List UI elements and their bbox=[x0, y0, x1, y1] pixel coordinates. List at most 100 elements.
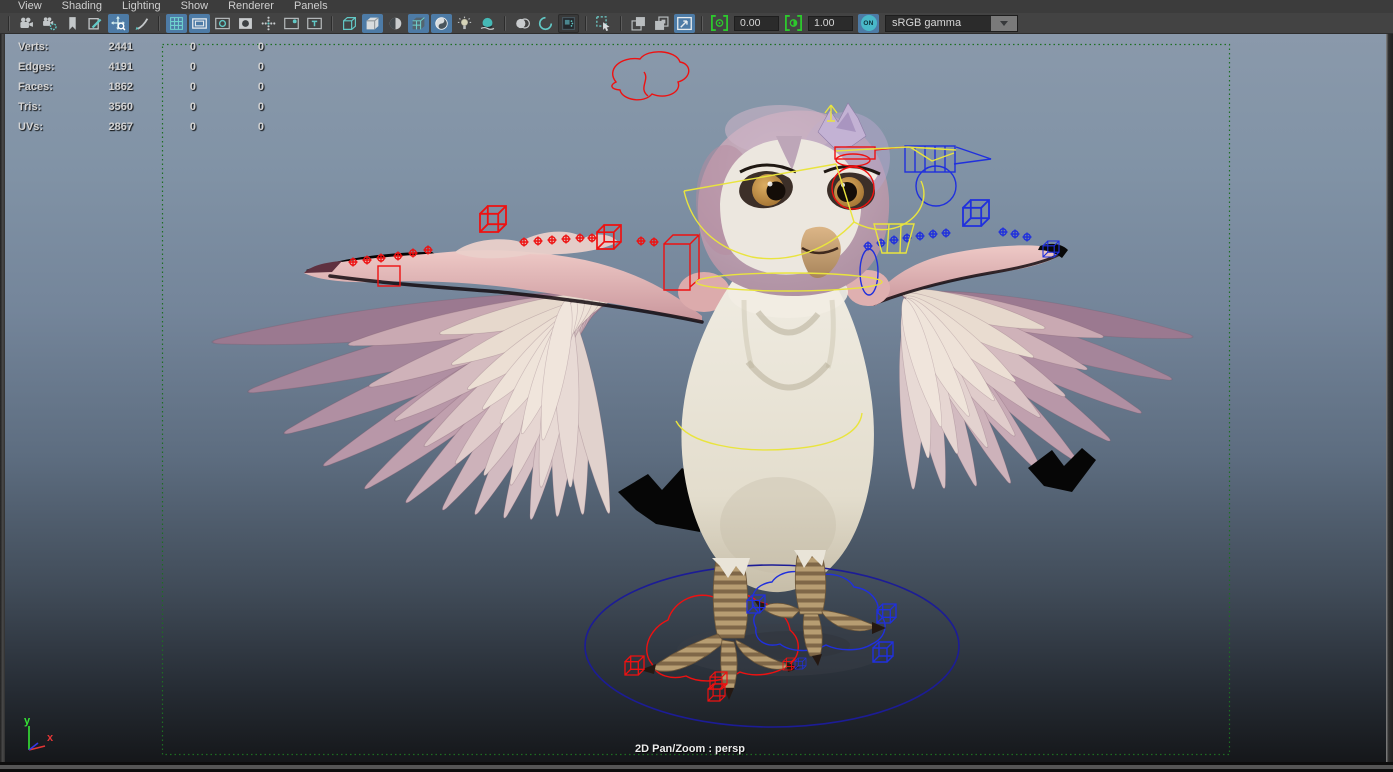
gamma-input[interactable] bbox=[808, 16, 853, 31]
toolbar-separator bbox=[8, 16, 10, 31]
motion-blur-button[interactable] bbox=[535, 14, 556, 33]
view-transform-dropdown[interactable]: sRGB gamma bbox=[885, 15, 1018, 32]
menu-shading[interactable]: Shading bbox=[52, 0, 112, 13]
gate-mask-button[interactable] bbox=[235, 14, 256, 33]
on-toggle-label: ON bbox=[861, 15, 877, 31]
pan-zoom-icon bbox=[111, 16, 126, 31]
hud-row-faces: Faces: 1862 0 0 bbox=[18, 77, 264, 97]
field-chart-button[interactable] bbox=[258, 14, 279, 33]
pan-zoom-view-icon bbox=[677, 16, 692, 31]
hud-value: 0 bbox=[196, 41, 264, 53]
chevron-down-icon[interactable] bbox=[991, 16, 1017, 31]
isolate-select-view-button[interactable] bbox=[651, 14, 672, 33]
isolate-select-button[interactable] bbox=[628, 14, 649, 33]
menu-lighting[interactable]: Lighting bbox=[112, 0, 171, 13]
bookmark-icon bbox=[65, 16, 80, 31]
right-wing-cube-control[interactable] bbox=[963, 200, 989, 226]
use-default-material-button[interactable] bbox=[431, 14, 452, 33]
menu-renderer[interactable]: Renderer bbox=[218, 0, 284, 13]
toolbar-separator bbox=[158, 16, 160, 31]
exposure-control-button[interactable] bbox=[709, 14, 730, 33]
lighting-toggle-button[interactable] bbox=[454, 14, 475, 33]
gamma-control-button[interactable] bbox=[783, 14, 804, 33]
screen-space-ao-button[interactable] bbox=[512, 14, 533, 33]
exposure-bracket-icon bbox=[711, 15, 728, 31]
left-wing-feathers[interactable] bbox=[211, 283, 621, 523]
wireframe-on-shaded-button[interactable] bbox=[408, 14, 429, 33]
shaded-cube-icon bbox=[365, 16, 380, 31]
show-grid-button[interactable] bbox=[166, 14, 187, 33]
film-gate-button[interactable] bbox=[189, 14, 210, 33]
hud-label: Faces: bbox=[18, 81, 78, 93]
menu-show[interactable]: Show bbox=[171, 0, 219, 13]
right-toe-outer bbox=[762, 603, 800, 618]
hud-value: 0 bbox=[196, 61, 264, 73]
textured-display-button[interactable] bbox=[385, 14, 406, 33]
menu-panels[interactable]: Panels bbox=[284, 0, 338, 13]
bottom-bar-groove bbox=[0, 765, 1393, 769]
marquee-cursor-icon bbox=[596, 16, 611, 31]
viewport-3d[interactable]: y x Verts: 2441 0 0 Edges: 4191 0 0 Face… bbox=[5, 34, 1386, 762]
camera-gear-icon bbox=[42, 16, 57, 31]
shadows-toggle-button[interactable] bbox=[477, 14, 498, 33]
grid-icon bbox=[169, 16, 184, 31]
smooth-shade-button[interactable] bbox=[362, 14, 383, 33]
owl-head[interactable] bbox=[696, 103, 890, 296]
hud-value: 1862 bbox=[78, 81, 133, 93]
hud-label: UVs: bbox=[18, 121, 78, 133]
textured-sphere-icon bbox=[388, 16, 403, 31]
resolution-gate-button[interactable] bbox=[212, 14, 233, 33]
window-left-edge bbox=[0, 34, 5, 762]
left-eye-highlight bbox=[768, 182, 773, 187]
resolution-gate-icon bbox=[215, 16, 230, 31]
overlap-squares-outline-icon bbox=[654, 16, 669, 31]
brow-wing-shape bbox=[954, 147, 991, 164]
wireframe-on-shaded-icon bbox=[411, 16, 426, 31]
viewport-canvas[interactable]: y x bbox=[5, 34, 1386, 762]
maya-viewport-panel: View Shading Lighting Show Renderer Pane… bbox=[0, 0, 1393, 772]
safe-title-button[interactable] bbox=[304, 14, 325, 33]
bookmark-button[interactable] bbox=[62, 14, 83, 33]
menu-view[interactable]: View bbox=[8, 0, 52, 13]
safe-action-button[interactable] bbox=[281, 14, 302, 33]
hud-label: Verts: bbox=[18, 41, 78, 53]
object-selection-button[interactable] bbox=[593, 14, 614, 33]
sample-square-icon bbox=[561, 16, 576, 31]
view-axis-indicator: y x bbox=[24, 715, 54, 750]
left-foot-cube-control[interactable] bbox=[625, 656, 644, 675]
hud-value: 0 bbox=[133, 121, 196, 133]
film-gate-icon bbox=[192, 16, 207, 31]
grease-pencil-frame-button[interactable] bbox=[85, 14, 106, 33]
window-bottom-bar bbox=[0, 762, 1393, 772]
right-wing-shadow-wedge bbox=[1028, 448, 1096, 492]
heads-up-display: Verts: 2441 0 0 Edges: 4191 0 0 Faces: 1… bbox=[18, 37, 264, 137]
left-foot-cube-control[interactable] bbox=[708, 684, 725, 701]
color-management-toggle[interactable]: ON bbox=[858, 14, 879, 33]
wireframe-cube-icon bbox=[342, 16, 357, 31]
safe-title-icon bbox=[307, 16, 322, 31]
activate-2d-pan-zoom-button[interactable] bbox=[674, 14, 695, 33]
grease-pencil-draw-button[interactable] bbox=[131, 14, 152, 33]
toolbar-separator bbox=[504, 16, 506, 31]
camera-attributes-button[interactable] bbox=[39, 14, 60, 33]
occlusion-spheres-icon bbox=[515, 16, 530, 31]
head-cloud-control[interactable] bbox=[612, 52, 689, 100]
camera-icon bbox=[19, 16, 34, 31]
left-wing-cube-control[interactable] bbox=[480, 206, 506, 232]
hud-value: 0 bbox=[133, 61, 196, 73]
panel-menubar: View Shading Lighting Show Renderer Pane… bbox=[0, 0, 1393, 13]
hud-value: 0 bbox=[133, 101, 196, 113]
owl-model[interactable] bbox=[211, 103, 1195, 727]
field-chart-icon bbox=[261, 16, 276, 31]
exposure-input[interactable] bbox=[734, 16, 779, 31]
multisample-aa-button[interactable] bbox=[558, 14, 579, 33]
right-foot-cube-control[interactable] bbox=[877, 604, 896, 623]
lightbulb-icon bbox=[457, 16, 472, 31]
hud-value: 0 bbox=[196, 121, 264, 133]
wireframe-display-button[interactable] bbox=[339, 14, 360, 33]
gate-mask-icon bbox=[238, 16, 253, 31]
select-camera-button[interactable] bbox=[16, 14, 37, 33]
pan-zoom-tool-button[interactable] bbox=[108, 14, 129, 33]
toolbar-separator bbox=[585, 16, 587, 31]
hud-value: 0 bbox=[196, 81, 264, 93]
